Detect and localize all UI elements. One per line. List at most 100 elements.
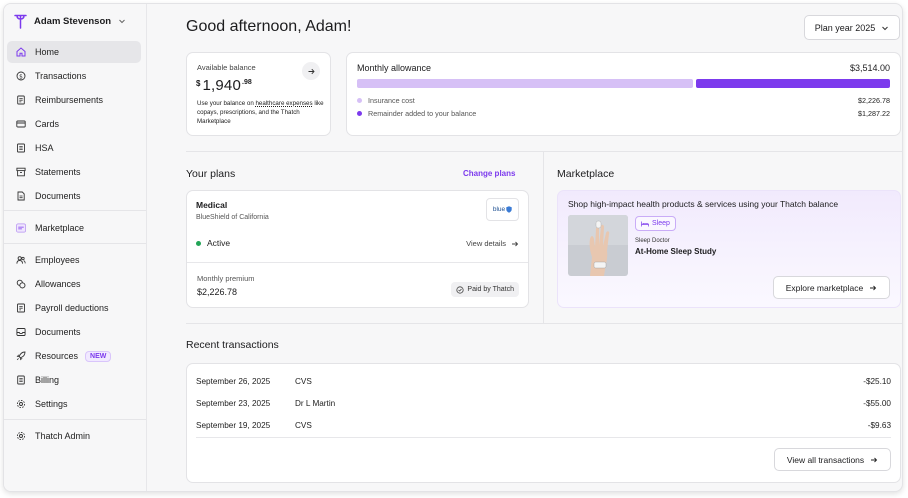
transaction-date: September 26, 2025 bbox=[196, 376, 271, 386]
balance-description: Use your balance on healthcare expenses … bbox=[197, 100, 325, 127]
sidebar-item-documents[interactable]: Documents bbox=[7, 185, 141, 207]
sidebar-item-label: Cards bbox=[35, 119, 60, 129]
status-dot bbox=[196, 240, 201, 246]
sidebar-item-cards[interactable]: Cards bbox=[7, 113, 141, 135]
chevron-down-icon bbox=[119, 19, 125, 24]
legend-dot bbox=[357, 97, 362, 103]
status-label: Active bbox=[207, 238, 231, 248]
table-row[interactable]: September 23, 2025 Dr L Martin -$55.00 bbox=[196, 396, 891, 410]
nav-marketplace: Marketplace bbox=[7, 217, 141, 241]
allowance-bar-remainder bbox=[696, 79, 890, 88]
balance-details-button[interactable] bbox=[302, 62, 320, 80]
sidebar-divider bbox=[4, 243, 146, 244]
allowance-row-remainder: Remainder added to your balance $1,287.2… bbox=[357, 107, 890, 119]
sidebar-item-reimbursements[interactable]: Reimbursements bbox=[7, 89, 141, 111]
inbox-icon bbox=[16, 327, 26, 337]
sidebar-item-hsa[interactable]: HSA bbox=[7, 137, 141, 159]
transaction-amount: -$55.00 bbox=[863, 398, 891, 408]
sidebar-item-label: Reimbursements bbox=[35, 95, 104, 105]
allowance-row-value: $2,226.78 bbox=[858, 95, 890, 105]
category-tag-label: Sleep bbox=[652, 220, 670, 227]
healthcare-expenses-link[interactable]: healthcare expenses bbox=[255, 100, 312, 107]
sidebar-item-label: Marketplace bbox=[35, 223, 85, 233]
balance-amount: $ 1,940 .98 bbox=[196, 77, 252, 94]
sidebar-item-transactions[interactable]: $ Transactions bbox=[7, 65, 141, 87]
allowance-row-value: $1,287.22 bbox=[858, 108, 890, 118]
plan-year-select[interactable]: Plan year 2025 bbox=[804, 15, 900, 40]
check-circle-icon bbox=[456, 285, 465, 294]
sidebar-item-marketplace[interactable]: Marketplace bbox=[7, 217, 141, 239]
section-divider bbox=[186, 151, 902, 152]
transaction-amount: -$9.63 bbox=[867, 420, 891, 430]
table-row[interactable]: September 26, 2025 CVS -$25.10 bbox=[196, 374, 891, 388]
view-details-label: View details bbox=[466, 239, 506, 248]
svg-text:$: $ bbox=[19, 74, 23, 80]
thatch-logo bbox=[13, 13, 27, 29]
user-switcher[interactable]: Adam Stevenson bbox=[13, 11, 126, 31]
user-name: Adam Stevenson bbox=[34, 15, 112, 27]
sidebar-item-label: Thatch Admin bbox=[35, 431, 91, 441]
sidebar-item-home[interactable]: Home bbox=[7, 41, 141, 63]
sidebar-item-label: Documents bbox=[35, 327, 81, 337]
sidebar-item-label: Payroll deductions bbox=[35, 303, 109, 313]
transaction-date: September 23, 2025 bbox=[196, 398, 271, 408]
main-content: Good afternoon, Adam! Plan year 2025 Ava… bbox=[147, 4, 902, 491]
billing-icon bbox=[16, 375, 26, 385]
nav-admin: Employees Allowances Payroll deductions … bbox=[7, 249, 141, 417]
product-image[interactable] bbox=[568, 215, 628, 276]
table-row[interactable]: September 19, 2025 CVS -$9.63 bbox=[196, 418, 891, 432]
coins-icon bbox=[16, 279, 26, 289]
admin-gear-icon bbox=[16, 431, 26, 441]
section-divider bbox=[186, 323, 902, 324]
sidebar-item-label: Transactions bbox=[35, 71, 87, 81]
transaction-merchant: Dr L Martin bbox=[295, 398, 336, 408]
plan-name: Medical bbox=[196, 200, 228, 210]
balance-desc-text: Use your balance on bbox=[197, 100, 256, 107]
plan-divider bbox=[187, 262, 528, 263]
product-name[interactable]: At-Home Sleep Study bbox=[635, 247, 716, 256]
rocket-icon bbox=[16, 351, 26, 361]
transactions-divider bbox=[196, 437, 891, 438]
explore-marketplace-button[interactable]: Explore marketplace bbox=[773, 276, 890, 299]
allowance-card: Monthly allowance $3,514.00 Insurance co… bbox=[346, 52, 901, 136]
category-tag: Sleep bbox=[635, 216, 676, 231]
allowance-title: Monthly allowance bbox=[357, 63, 432, 73]
card-icon bbox=[16, 119, 26, 129]
balance-card: Available balance $ 1,940 .98 Use your b… bbox=[186, 52, 331, 136]
plans-title: Your plans bbox=[186, 168, 236, 180]
sidebar-item-statements[interactable]: Statements bbox=[7, 161, 141, 183]
sidebar-item-employees[interactable]: Employees bbox=[7, 249, 141, 271]
sidebar-item-documents-admin[interactable]: Documents bbox=[7, 321, 141, 343]
app-window: Adam Stevenson Home $ Transactions Reimb… bbox=[3, 3, 903, 492]
transaction-merchant: CVS bbox=[295, 420, 312, 430]
carrier-logo: blue bbox=[486, 198, 519, 221]
document-icon bbox=[16, 191, 26, 201]
hsa-icon bbox=[16, 143, 26, 153]
sidebar-item-label: Settings bbox=[35, 399, 68, 409]
users-icon bbox=[16, 255, 26, 265]
column-divider bbox=[543, 152, 544, 324]
sidebar-item-label: Documents bbox=[35, 191, 81, 201]
page-title: Good afternoon, Adam! bbox=[186, 18, 352, 35]
sidebar-item-settings[interactable]: Settings bbox=[7, 393, 141, 415]
allowance-bar bbox=[357, 79, 890, 88]
transaction-merchant: CVS bbox=[295, 376, 312, 386]
plan-status: Active bbox=[196, 238, 230, 248]
sidebar-item-payroll-deductions[interactable]: Payroll deductions bbox=[7, 297, 141, 319]
sidebar-item-thatch-admin[interactable]: Thatch Admin bbox=[7, 425, 141, 447]
allowance-bar-insurance bbox=[357, 79, 694, 88]
plan-card-medical: Medical BlueShield of California blue Ac… bbox=[186, 190, 529, 308]
paid-by-label: Paid by Thatch bbox=[467, 286, 514, 293]
sidebar-item-label: Statements bbox=[35, 167, 81, 177]
sidebar-item-billing[interactable]: Billing bbox=[7, 369, 141, 391]
view-details-link[interactable]: View details bbox=[466, 239, 519, 248]
sidebar-item-allowances[interactable]: Allowances bbox=[7, 273, 141, 295]
marketplace-headline: Shop high-impact health products & servi… bbox=[568, 199, 839, 209]
premium-value: $2,226.78 bbox=[197, 287, 238, 297]
change-plans-link[interactable]: Change plans bbox=[463, 169, 515, 178]
sidebar-item-resources[interactable]: Resources NEW bbox=[7, 345, 141, 367]
sidebar-item-label: Billing bbox=[35, 375, 60, 385]
view-all-transactions-button[interactable]: View all transactions bbox=[774, 448, 891, 471]
carrier-logo-text: blue bbox=[492, 206, 506, 213]
premium-label: Monthly premium bbox=[197, 274, 255, 283]
